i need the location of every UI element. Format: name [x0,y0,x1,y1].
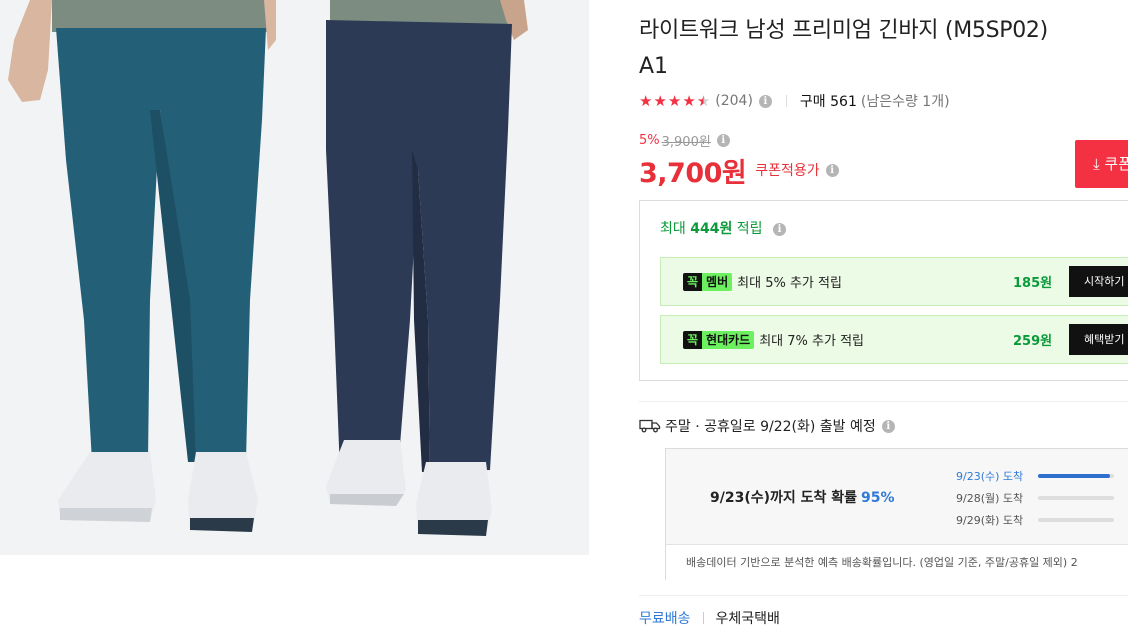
discount-row: 5% 3,900원 i [639,131,730,150]
product-title: 라이트워크 남성 프리미엄 긴바지 (M5SP02) [639,18,1048,43]
benefit-desc: 최대 5% 추가 적립 [737,276,842,291]
benefit-amount: 259원 [1013,334,1053,349]
shipping-method: 무료배송 우체국택배 [639,607,780,629]
shipping-notice-text: 주말 · 공휴일로 9/22(화) 출발 예정 [665,419,876,435]
product-title-line2: A1 [639,54,669,79]
star-icon: ★ [682,91,696,110]
points-box: 최대 444원 적립 i 꼭 멤버 최대 5% 추가 적립 185원 시작하기 꼭… [639,200,1128,381]
card-badge: 꼭 현대카드 [683,330,755,349]
start-member-button[interactable]: 시작하기 [1069,266,1128,297]
original-price: 3,900원 [661,134,711,150]
arrival-distribution: 9/23(수) 도착 9/28(월) 도착 9/29(화) 도착 [956,465,1128,531]
badge-mark: 꼭 [683,330,703,349]
arrival-item: 9/28(월) 도착 [956,487,1128,509]
probability-footnote: 배송데이터 기반으로 분석한 예측 배송확률입니다. (영업일 기준, 주말/공… [666,544,1128,580]
final-price: 3,700원 [639,157,747,189]
rating-row: ★ ★ ★ ★ ★ (204) i 구매 561 (남은수량 1개) [639,90,950,112]
badge-mark: 꼭 [683,272,703,291]
star-icon: ★ [639,91,653,110]
arrival-item: 9/29(화) 도착 [956,509,1128,531]
arrival-bar-fill [1038,474,1111,478]
section-divider [639,595,1128,596]
get-card-benefit-button[interactable]: 혜택받기 [1069,324,1128,355]
star-rating[interactable]: ★ ★ ★ ★ ★ [639,91,711,110]
discount-rate: 5% [639,132,660,148]
benefit-row-card: 꼭 현대카드 최대 7% 추가 적립 259원 혜택받기 [660,315,1128,364]
probability-text: 9/23(수)까지 도착 확률 [710,490,858,506]
shipping-notice: 주말 · 공휴일로 9/22(화) 출발 예정 i [639,415,895,437]
info-icon[interactable]: i [716,133,730,147]
coupon-download-button[interactable]: ⤓ 쿠폰 [1075,140,1128,188]
free-shipping-label: 무료배송 [639,611,691,627]
benefit-amount: 185원 [1013,276,1053,291]
arrival-label: 9/28(월) 도착 [956,492,1024,505]
arrival-label: 9/23(수) 도착 [956,470,1024,483]
benefit-desc: 최대 7% 추가 적립 [759,334,864,349]
half-star-icon: ★ [696,91,711,110]
product-image[interactable] [0,0,589,555]
price-row: 3,700원 쿠폰적용가 i [639,152,839,189]
divider [702,612,704,624]
delivery-probability-box: 9/23(수)까지 도착 확률 95% 9/23(수) 도착 9/28(월) 도착… [665,448,1128,580]
max-points-amount: 444원 [690,221,733,237]
arrival-item: 9/23(수) 도착 [956,465,1128,487]
probability-percent: 95% [861,490,895,506]
arrival-bar [1038,474,1114,478]
info-icon[interactable]: i [758,94,772,108]
carrier-label: 우체국택배 [715,611,780,627]
max-points: 최대 444원 적립 i [660,218,786,238]
remaining-stock: (남은수량 1개) [860,94,950,110]
star-icon: ★ [653,91,667,110]
max-points-prefix: 최대 [660,221,686,237]
coupon-price-label: 쿠폰적용가 [755,163,820,179]
info-icon[interactable]: i [773,222,786,236]
member-badge: 꼭 멤버 [683,272,733,291]
badge-text: 현대카드 [702,330,755,349]
info-icon[interactable]: i [881,419,895,433]
purchase-count: 구매 561 [799,94,857,110]
max-points-suffix: 적립 [736,221,763,237]
star-icon: ★ [667,91,682,110]
arrival-bar [1038,496,1114,500]
arrival-label: 9/29(화) 도착 [956,514,1024,527]
section-divider [639,401,1128,402]
badge-text: 멤버 [702,272,733,291]
arrival-bar [1038,518,1114,522]
truck-icon [639,419,661,433]
benefit-row-member: 꼭 멤버 최대 5% 추가 적립 185원 시작하기 [660,257,1128,306]
probability-summary: 9/23(수)까지 도착 확률 95% [710,487,895,507]
pants-photo [8,0,528,536]
review-count[interactable]: (204) [715,93,753,109]
divider [785,95,787,107]
info-icon[interactable]: i [825,163,839,177]
